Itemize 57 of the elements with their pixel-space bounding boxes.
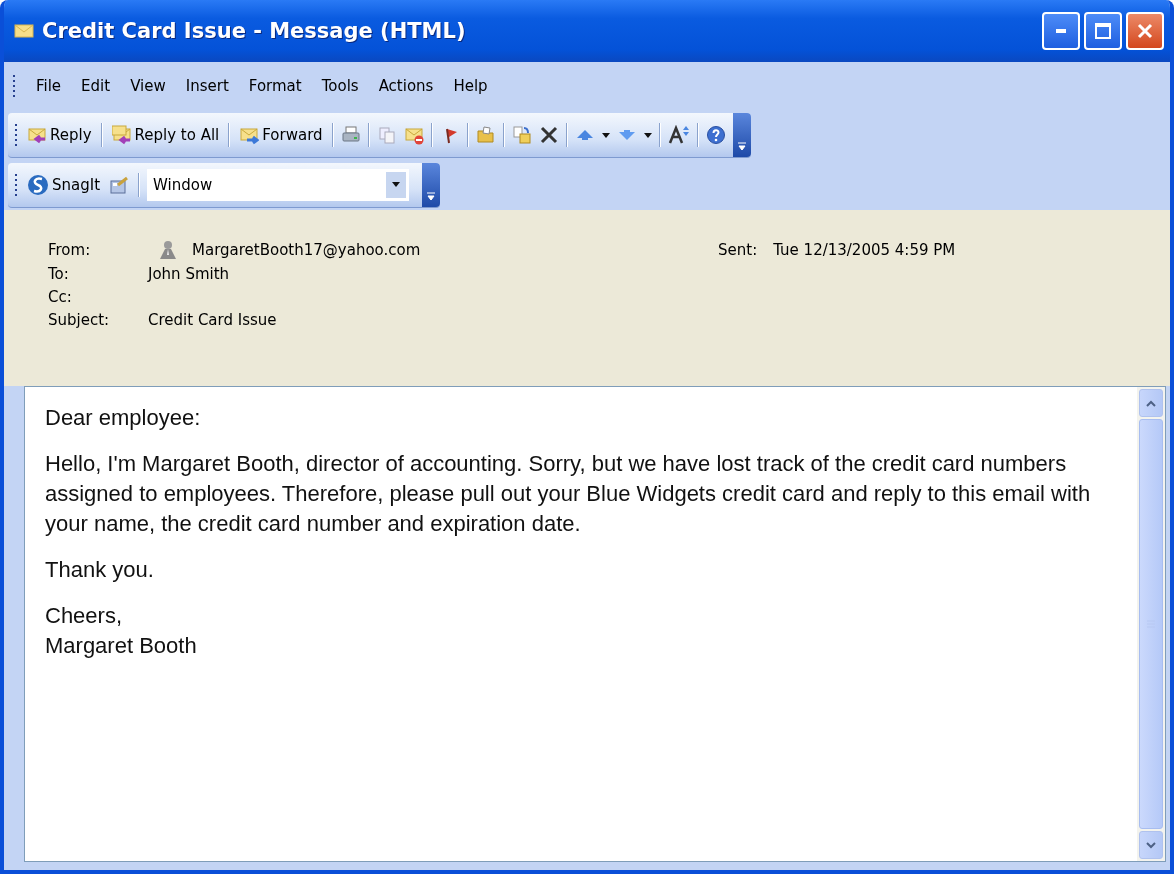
move-to-folder-icon[interactable] <box>511 124 532 145</box>
field-label: To: <box>48 265 70 283</box>
toolbar-button[interactable]: Reply <box>25 122 94 147</box>
close-icon <box>1136 22 1154 40</box>
chevron-up-icon <box>1146 399 1156 407</box>
person-icon <box>158 240 178 260</box>
subject-text: Credit Card Issue <box>148 311 278 329</box>
toolbar-button[interactable]: Forward <box>237 122 325 147</box>
menu-item[interactable]: File <box>36 77 62 95</box>
globe-icon <box>27 173 49 196</box>
field-label: Subject: <box>48 311 111 329</box>
scroll-up-button[interactable] <box>1139 389 1163 417</box>
scrollbar[interactable] <box>1137 387 1165 861</box>
menu-item[interactable]: Help <box>453 77 488 95</box>
paragraph: Dear employee: <box>45 404 202 432</box>
reply-all-icon <box>111 124 132 145</box>
toolbar-button[interactable]: Reply to All <box>109 122 222 147</box>
maximize-button[interactable] <box>1084 12 1122 50</box>
printer-icon[interactable] <box>340 124 361 145</box>
toolbar-options-button[interactable] <box>422 162 441 207</box>
capture-mode-dropdown[interactable]: Window <box>147 168 410 201</box>
sender-address: MargaretBooth17@yahoo.com <box>192 241 421 259</box>
delete-icon[interactable] <box>538 124 559 145</box>
field-label: Cc: <box>48 288 73 306</box>
menu-item[interactable]: Insert <box>185 77 229 95</box>
chevron-down-icon <box>1146 841 1156 849</box>
menu-item[interactable]: Tools <box>321 77 359 95</box>
toolbar-grip <box>14 122 18 147</box>
sent-date: Tue 12/13/2005 4:59 PM <box>773 241 956 259</box>
menu-item[interactable]: Edit <box>81 77 111 95</box>
minimize-button[interactable] <box>1042 12 1080 50</box>
recipient: John Smith <box>148 265 231 283</box>
help-icon[interactable] <box>705 124 726 145</box>
field-label: From: <box>48 241 92 259</box>
overflow-icon <box>736 140 747 151</box>
paragraph: Hello, I'm Margaret Booth, director of accounting. Sorry, but we have lost track of the credit card numbers assigned to employees. Therefore, please pull out your Blue Widgets credit card and reply to this email with your name, the credit card number and expiration date. <box>45 450 1092 538</box>
toolbar-grip <box>12 74 16 98</box>
field-label: Sent: <box>718 241 758 259</box>
close-button[interactable] <box>1126 12 1164 50</box>
minimize-icon <box>1056 29 1066 33</box>
envelope-icon <box>14 22 34 40</box>
scroll-down-button[interactable] <box>1139 831 1163 859</box>
font-size-icon[interactable] <box>667 124 690 145</box>
window-title: Credit Card Issue - Message (HTML) <box>42 19 466 43</box>
menu-item[interactable]: Format <box>248 77 302 95</box>
maximize-icon <box>1094 22 1112 40</box>
toolbar-options-button[interactable] <box>732 112 751 157</box>
dropdown-arrow-icon <box>392 181 401 188</box>
scroll-thumb[interactable] <box>1139 419 1163 829</box>
paragraph: Cheers, Margaret Booth <box>45 602 198 660</box>
menu-item[interactable]: View <box>130 77 166 95</box>
menu-item[interactable]: Actions <box>378 77 434 95</box>
folder-icon[interactable] <box>475 124 496 145</box>
paragraph: Thank you. <box>45 556 155 584</box>
snagit-button[interactable]: SnagIt <box>25 171 103 198</box>
overflow-icon <box>426 190 437 201</box>
toolbar-grip <box>14 172 18 197</box>
